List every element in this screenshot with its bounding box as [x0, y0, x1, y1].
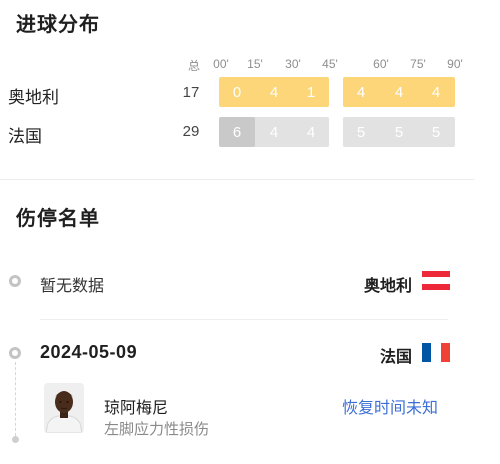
header-00: 00'	[213, 57, 229, 71]
injury-team-austria: 奥地利	[363, 278, 412, 295]
header-30: 30'	[285, 57, 301, 71]
player-photo-icon	[44, 383, 84, 433]
team-name-austria: 奥地利	[8, 88, 59, 107]
france-goals-30-45: 4	[306, 123, 316, 141]
austria-goals-60-75: 4	[394, 83, 404, 101]
austria-goals-00-15: 0	[232, 83, 242, 101]
header-90: 90'	[447, 57, 463, 71]
austria-flag-icon	[422, 271, 450, 290]
goal-distribution-title: 进球分布	[16, 14, 100, 36]
header-75: 75'	[410, 57, 426, 71]
timeline-dot-france	[9, 347, 21, 359]
france-goals-45-60: 5	[356, 123, 366, 141]
france-goals-00-15: 6	[219, 117, 255, 147]
austria-goals-30-45: 1	[306, 83, 316, 101]
austria-goals-45-60: 4	[356, 83, 366, 101]
team-name-france: 法国	[8, 127, 42, 146]
entry-divider	[40, 319, 448, 320]
injury-list-title: 伤停名单	[16, 208, 100, 230]
injury-date: 2024-05-09	[40, 342, 138, 362]
injury-team-france: 法国	[379, 349, 412, 366]
timeline-line	[15, 362, 16, 436]
timeline-end-dot	[12, 436, 19, 443]
france-goals-60-75: 5	[394, 123, 404, 141]
player-avatar[interactable]	[44, 383, 84, 433]
recovery-status: 恢复时间未知	[342, 400, 439, 417]
header-45: 45'	[322, 57, 338, 71]
no-data-text: 暂无数据	[40, 278, 105, 295]
player-name[interactable]: 琼阿梅尼	[104, 394, 168, 418]
header-total: 总	[187, 59, 200, 73]
player-injury: 左脚应力性损伤	[104, 421, 210, 438]
austria-goals-15-30: 4	[269, 83, 279, 101]
timeline-dot-austria	[9, 275, 21, 287]
header-15: 15'	[247, 57, 263, 71]
france-goals-75-90: 5	[431, 123, 441, 141]
team-total-france: 29	[182, 123, 200, 140]
france-goals-15-30: 4	[269, 123, 279, 141]
team-total-austria: 17	[182, 84, 200, 101]
header-60: 60'	[373, 57, 389, 71]
section-divider	[0, 179, 474, 180]
austria-goals-75-90: 4	[431, 83, 441, 101]
france-flag-icon	[422, 343, 450, 362]
